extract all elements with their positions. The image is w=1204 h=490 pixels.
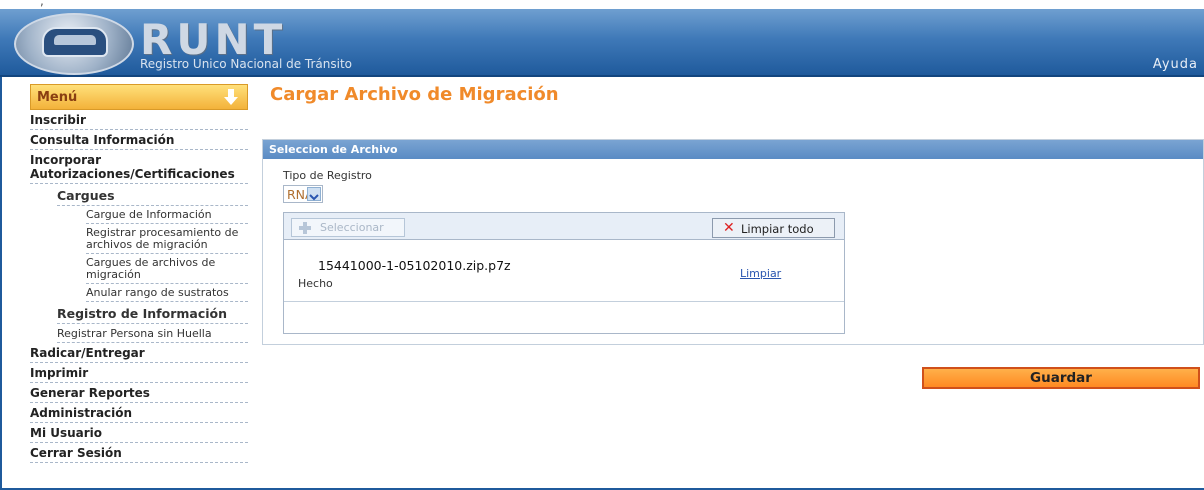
clear-file-link[interactable]: Limpiar — [740, 267, 781, 280]
tipo-registro-label: Tipo de Registro — [283, 169, 372, 182]
sidebar-item[interactable]: Mi Usuario — [30, 423, 248, 443]
sidebar-item[interactable]: Administración — [30, 403, 248, 423]
clear-all-button[interactable]: ✕ Limpiar todo — [712, 218, 835, 238]
file-status: Hecho — [298, 277, 333, 290]
sidebar-item[interactable]: Incorporar Autorizaciones/Certificacione… — [30, 150, 248, 184]
menu-header-label: Menú — [37, 90, 78, 105]
sidebar-item[interactable]: Registrar procesamiento de archivos de m… — [86, 224, 248, 254]
sidebar-item[interactable]: Inscribir — [30, 110, 248, 130]
tipo-registro-select[interactable]: RNA — [283, 185, 323, 203]
file-selection-panel: Seleccion de Archivo Tipo de Registro RN… — [262, 139, 1204, 345]
save-button[interactable]: Guardar — [922, 367, 1200, 389]
sidebar-item[interactable]: Anular rango de sustratos — [86, 284, 248, 302]
file-uploader: Seleccionar ✕ Limpiar todo 15441000-1-05… — [283, 212, 845, 334]
sidebar-item[interactable]: Generar Reportes — [30, 383, 248, 403]
file-name: 15441000-1-05102010.zip.p7z — [318, 258, 511, 273]
sidebar-item[interactable]: Radicar/Entregar — [30, 343, 248, 363]
sidebar-item[interactable]: Cargues — [57, 184, 248, 206]
car-logo-icon — [42, 27, 108, 57]
sidebar-item[interactable]: Cerrar Sesión — [30, 443, 248, 463]
sidebar-item[interactable]: Registro de Información — [57, 302, 248, 324]
close-icon: ✕ — [723, 220, 735, 236]
uploader-toolbar: Seleccionar ✕ Limpiar todo — [284, 213, 844, 240]
sidebar-menu: Menú Inscribir Consulta Información Incorp… — [2, 80, 248, 488]
sidebar-item[interactable]: Imprimir — [30, 363, 248, 383]
chevron-down-icon[interactable] — [307, 187, 321, 201]
sidebar-item[interactable]: Consulta Información — [30, 130, 248, 150]
top-strip-text: , — [40, 0, 44, 8]
logo-subtitle: Registro Unico Nacional de Tránsito — [140, 57, 353, 71]
select-file-label: Seleccionar — [320, 221, 384, 234]
sidebar-item[interactable]: Registrar Persona sin Huella — [57, 324, 248, 343]
select-file-button[interactable]: Seleccionar — [291, 218, 405, 237]
menu-header[interactable]: Menú — [30, 84, 248, 110]
menu-list: Inscribir Consulta Información Incorporar … — [2, 110, 248, 463]
top-strip: , — [0, 0, 1204, 9]
clear-all-label: Limpiar todo — [741, 222, 814, 236]
file-row: 15441000-1-05102010.zip.p7z Hecho Limpia… — [284, 240, 844, 302]
panel-header: Seleccion de Archivo — [263, 140, 1203, 159]
page-title: Cargar Archivo de Migración — [270, 84, 559, 105]
arrow-down-icon — [224, 89, 238, 105]
sidebar-item[interactable]: Cargues de archivos de migración — [86, 254, 248, 284]
app-header: RUNT Registro Unico Nacional de Tránsito… — [0, 9, 1204, 77]
help-link[interactable]: Ayuda — [1153, 57, 1198, 72]
add-icon — [299, 222, 311, 234]
sidebar-item[interactable]: Cargue de Información — [86, 206, 248, 224]
